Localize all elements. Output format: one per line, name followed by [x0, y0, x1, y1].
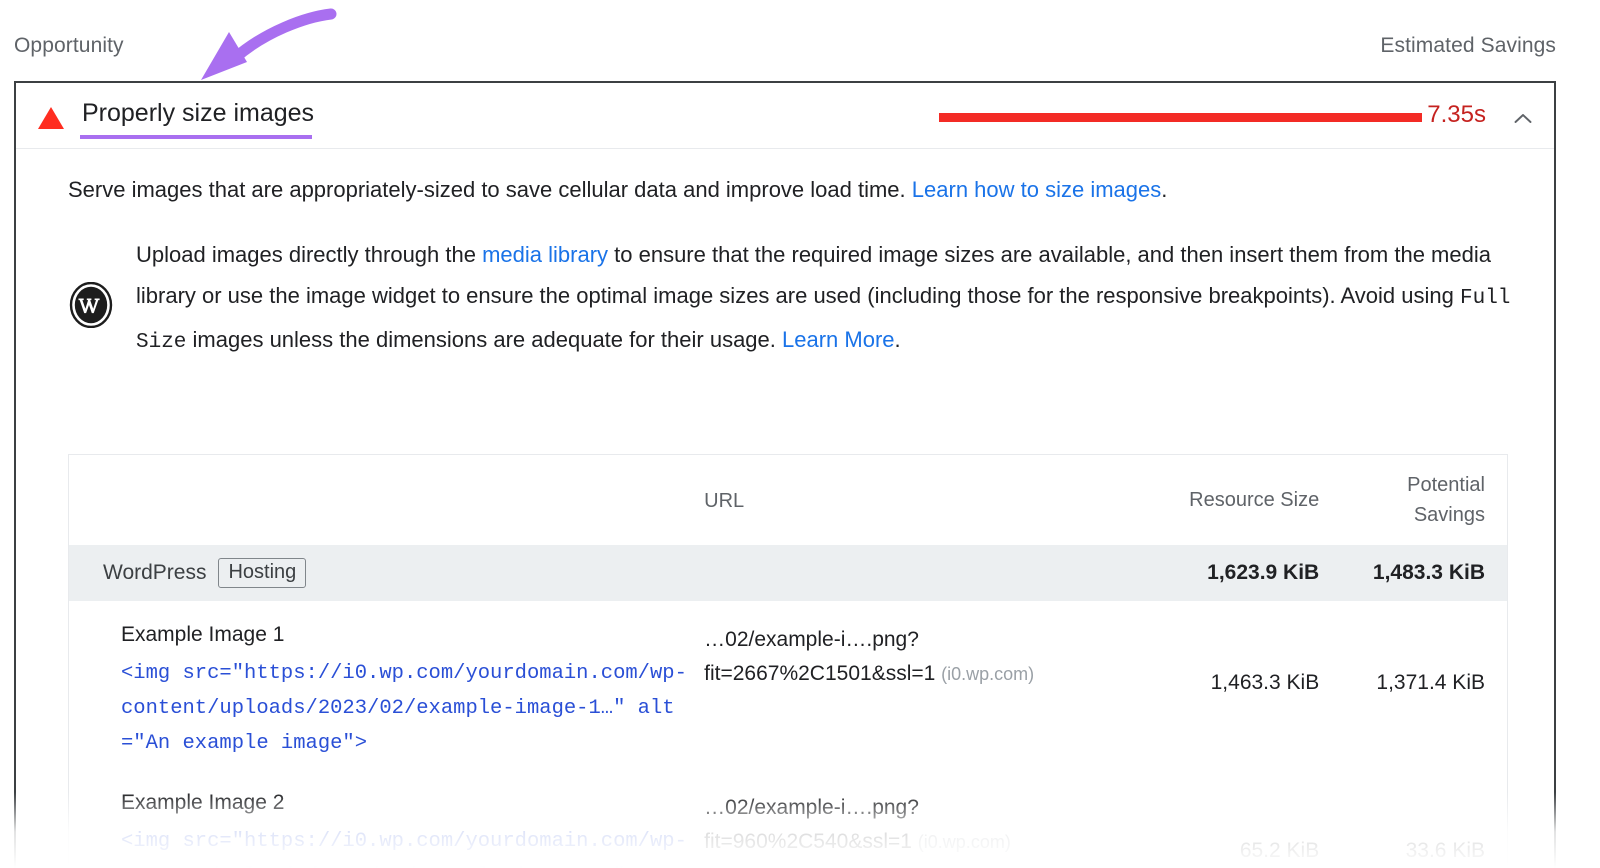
group-label: WordPress — [103, 561, 206, 585]
resource-url-host: (i0.wp.com) — [918, 832, 1011, 852]
resource-code-snippet: <img src="https://i0.wp.com/yourdomain.c… — [121, 656, 688, 761]
resource-name-cell: Example Image 2 <img src="https://i0.wp.… — [69, 791, 688, 868]
annotation-underline — [80, 135, 312, 139]
audit-description: Serve images that are appropriately-size… — [68, 175, 1518, 205]
resource-title: Example Image 1 — [121, 623, 688, 647]
resource-code-snippet: <img src="https://i0.wp.com/yourdomain.c… — [121, 824, 688, 868]
potential-savings-line1: Potential — [1337, 470, 1485, 500]
column-header-url[interactable]: URL — [688, 488, 1107, 513]
wordpress-logo-icon — [68, 282, 114, 328]
opportunity-label: Opportunity — [14, 34, 124, 58]
potential-savings-value: 1,371.4 KiB — [1337, 623, 1507, 695]
column-labels-row: Opportunity Estimated Savings — [0, 34, 1600, 68]
hosting-badge: Hosting — [218, 558, 306, 588]
table-row[interactable]: Example Image 2 <img src="https://i0.wp.… — [69, 769, 1507, 868]
table-row[interactable]: Example Image 1 <img src="https://i0.wp.… — [69, 601, 1507, 769]
resource-url: …02/example-i….png?fit=2667%2C1501&ssl=1 — [704, 628, 935, 685]
wp-text-part3: images unless the dimensions are adequat… — [186, 327, 782, 352]
resource-url-cell: …02/example-i….png?fit=2667%2C1501&ssl=1… — [688, 623, 1107, 691]
table-group-row[interactable]: WordPress Hosting 1,623.9 KiB 1,483.3 Ki… — [69, 545, 1507, 601]
potential-savings-value: 33.6 KiB — [1337, 791, 1507, 863]
table-header-row: URL Resource Size Potential Savings — [69, 455, 1507, 545]
wordpress-callout-text: Upload images directly through the media… — [136, 234, 1516, 363]
learn-how-to-size-images-link[interactable]: Learn how to size images — [912, 177, 1161, 202]
resource-title: Example Image 2 — [121, 791, 688, 815]
audit-title: Properly size images — [82, 99, 314, 128]
learn-more-link[interactable]: Learn More — [782, 327, 895, 352]
group-row-name-cell: WordPress Hosting — [69, 558, 688, 588]
potential-savings-line2: Savings — [1337, 500, 1485, 530]
column-header-resource-size[interactable]: Resource Size — [1108, 489, 1338, 512]
opportunity-table: URL Resource Size Potential Savings Word… — [68, 454, 1508, 868]
audit-header[interactable]: Properly size images 7.35s — [16, 83, 1554, 149]
wp-text-part4: . — [895, 327, 901, 352]
estimated-savings-label: Estimated Savings — [1380, 34, 1556, 58]
audit-panel: Properly size images 7.35s Serve images … — [14, 81, 1556, 868]
resource-name-cell: Example Image 1 <img src="https://i0.wp.… — [69, 623, 688, 761]
description-text-before: Serve images that are appropriately-size… — [68, 177, 912, 202]
media-library-link[interactable]: media library — [482, 242, 608, 267]
column-header-potential-savings[interactable]: Potential Savings — [1337, 470, 1507, 530]
screenshot-root: Opportunity Estimated Savings Properly s… — [0, 0, 1600, 868]
chevron-up-icon[interactable] — [1512, 108, 1534, 130]
group-potential-savings: 1,483.3 KiB — [1337, 561, 1507, 585]
estimated-savings-value: 7.35s — [1427, 101, 1486, 129]
group-resource-size: 1,623.9 KiB — [1108, 561, 1338, 585]
resource-url-cell: …02/example-i….png?fit=960%2C540&ssl=1 (… — [688, 791, 1107, 859]
resource-url: …02/example-i….png?fit=960%2C540&ssl=1 — [704, 796, 919, 853]
resource-size-value: 1,463.3 KiB — [1108, 623, 1338, 695]
resource-url-host: (i0.wp.com) — [941, 664, 1034, 684]
warning-triangle-icon — [38, 107, 64, 129]
wp-text-part1: Upload images directly through the — [136, 242, 482, 267]
resource-size-value: 65.2 KiB — [1108, 791, 1338, 863]
description-text-after: . — [1161, 177, 1167, 202]
savings-bar-fill — [939, 113, 1422, 122]
savings-bar-track — [906, 111, 1396, 123]
